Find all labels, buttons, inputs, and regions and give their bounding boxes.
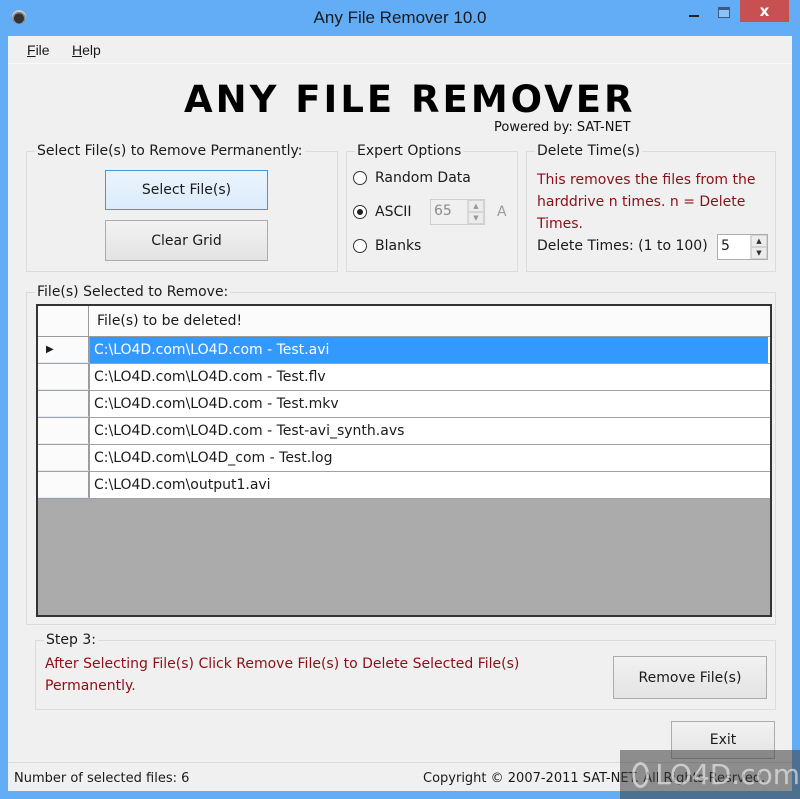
select-files-button[interactable]: Select File(s) <box>105 170 268 210</box>
menu-file-label: ile <box>35 42 50 58</box>
row-header[interactable] <box>38 418 89 444</box>
file-path-cell[interactable]: C:\LO4D.com\output1.avi <box>89 472 768 498</box>
spin-down-icon[interactable]: ▼ <box>751 247 767 259</box>
minimize-button[interactable] <box>680 0 708 24</box>
close-button[interactable]: x <box>740 0 789 22</box>
step3-legend: Step 3: <box>44 632 98 648</box>
minimize-icon <box>689 15 699 17</box>
radio-random-data[interactable]: Random Data <box>353 170 471 186</box>
menu-help-label: elp <box>82 42 101 58</box>
table-row[interactable]: C:\LO4D.com\LO4D_com - Test.log <box>38 445 770 472</box>
file-path-cell[interactable]: C:\LO4D.com\LO4D.com - Test.mkv <box>89 391 768 417</box>
file-path-cell[interactable]: C:\LO4D.com\LO4D_com - Test.log <box>89 445 768 471</box>
current-row-icon: ▶ <box>46 344 54 355</box>
radio-blanks-label: Blanks <box>375 238 422 254</box>
table-row[interactable]: C:\LO4D.com\LO4D.com - Test.flv <box>38 364 770 391</box>
row-header[interactable] <box>38 472 89 498</box>
ascii-value[interactable]: 65 <box>431 200 467 224</box>
ascii-value-stepper[interactable]: 65 ▲ ▼ <box>430 199 485 225</box>
main-window: File Help ANY FILE REMOVER Powered by: S… <box>8 36 792 791</box>
files-grid[interactable]: File(s) to be deleted! ▶ C:\LO4D.com\LO4… <box>36 304 772 617</box>
radio-button[interactable] <box>353 171 367 185</box>
table-row[interactable]: C:\LO4D.com\LO4D.com - Test-avi_synth.av… <box>38 418 770 445</box>
radio-random-data-label: Random Data <box>375 170 471 186</box>
clear-grid-button[interactable]: Clear Grid <box>105 220 268 261</box>
step3-instructions: After Selecting File(s) Click Remove Fil… <box>45 656 520 694</box>
maximize-button[interactable] <box>710 0 738 24</box>
menu-help-mnemonic: H <box>72 42 83 58</box>
table-row[interactable]: ▶ C:\LO4D.com\LO4D.com - Test.avi <box>38 337 770 364</box>
file-path-cell[interactable]: C:\LO4D.com\LO4D.com - Test.flv <box>89 364 768 390</box>
delete-times-stepper[interactable]: 5 ▲ ▼ <box>717 234 768 260</box>
row-header[interactable]: ▶ <box>38 337 89 363</box>
radio-button[interactable] <box>353 205 367 219</box>
delete-times-legend: Delete Time(s) <box>535 143 642 159</box>
row-header[interactable] <box>38 445 89 471</box>
select-files-group: Select File(s) to Remove Permanently: Se… <box>26 143 338 272</box>
ascii-stepper-arrows: ▲ ▼ <box>467 200 484 224</box>
radio-ascii[interactable]: ASCII <box>353 204 412 220</box>
radio-button[interactable] <box>353 239 367 253</box>
table-row[interactable]: C:\LO4D.com\LO4D.com - Test.mkv <box>38 391 770 418</box>
watermark-logo-icon <box>632 761 650 788</box>
menu-file[interactable]: File <box>27 42 50 58</box>
expert-options-group: Expert Options Random Data ASCII 65 ▲ ▼ … <box>346 143 518 272</box>
delete-times-group: Delete Time(s) This removes the files fr… <box>526 143 776 272</box>
column-header-files[interactable]: File(s) to be deleted! <box>89 306 770 336</box>
grid-header: File(s) to be deleted! <box>38 306 770 337</box>
spin-up-icon[interactable]: ▲ <box>468 200 484 212</box>
menu-file-mnemonic: F <box>27 42 36 58</box>
watermark: LO4D.com <box>620 750 800 799</box>
menu-bar: File Help <box>8 36 792 64</box>
row-header[interactable] <box>38 364 89 390</box>
delete-times-label: Delete Times: (1 to 100) <box>537 238 708 254</box>
remove-files-button[interactable]: Remove File(s) <box>613 656 767 699</box>
ascii-char-preview: A <box>497 204 507 220</box>
delete-times-description: This removes the files from the harddriv… <box>537 172 756 232</box>
close-icon: x <box>759 2 770 20</box>
files-selected-legend: File(s) Selected to Remove: <box>35 284 231 300</box>
row-header[interactable] <box>38 391 89 417</box>
radio-ascii-label: ASCII <box>375 204 412 220</box>
powered-by: Powered by: SAT-NET <box>494 120 631 135</box>
title-bar: Any File Remover 10.0 x <box>0 0 800 36</box>
radio-blanks[interactable]: Blanks <box>353 238 421 254</box>
watermark-text: LO4D.com <box>655 758 800 791</box>
file-path-cell[interactable]: C:\LO4D.com\LO4D.com - Test.avi <box>89 337 768 363</box>
spin-down-icon[interactable]: ▼ <box>468 212 484 224</box>
select-files-legend: Select File(s) to Remove Permanently: <box>35 143 305 159</box>
table-row[interactable]: C:\LO4D.com\output1.avi <box>38 472 770 499</box>
maximize-icon <box>718 6 730 18</box>
grid-corner[interactable] <box>38 306 89 336</box>
delete-times-arrows: ▲ ▼ <box>750 235 767 259</box>
spin-up-icon[interactable]: ▲ <box>751 235 767 247</box>
file-path-cell[interactable]: C:\LO4D.com\LO4D.com - Test-avi_synth.av… <box>89 418 768 444</box>
selected-files-count: Number of selected files: 6 <box>14 771 190 786</box>
expert-options-legend: Expert Options <box>355 143 464 159</box>
step3-group: Step 3: After Selecting File(s) Click Re… <box>35 632 776 710</box>
app-logo: ANY FILE REMOVER <box>184 78 636 121</box>
delete-times-value[interactable]: 5 <box>718 235 750 259</box>
menu-help[interactable]: Help <box>72 42 101 58</box>
